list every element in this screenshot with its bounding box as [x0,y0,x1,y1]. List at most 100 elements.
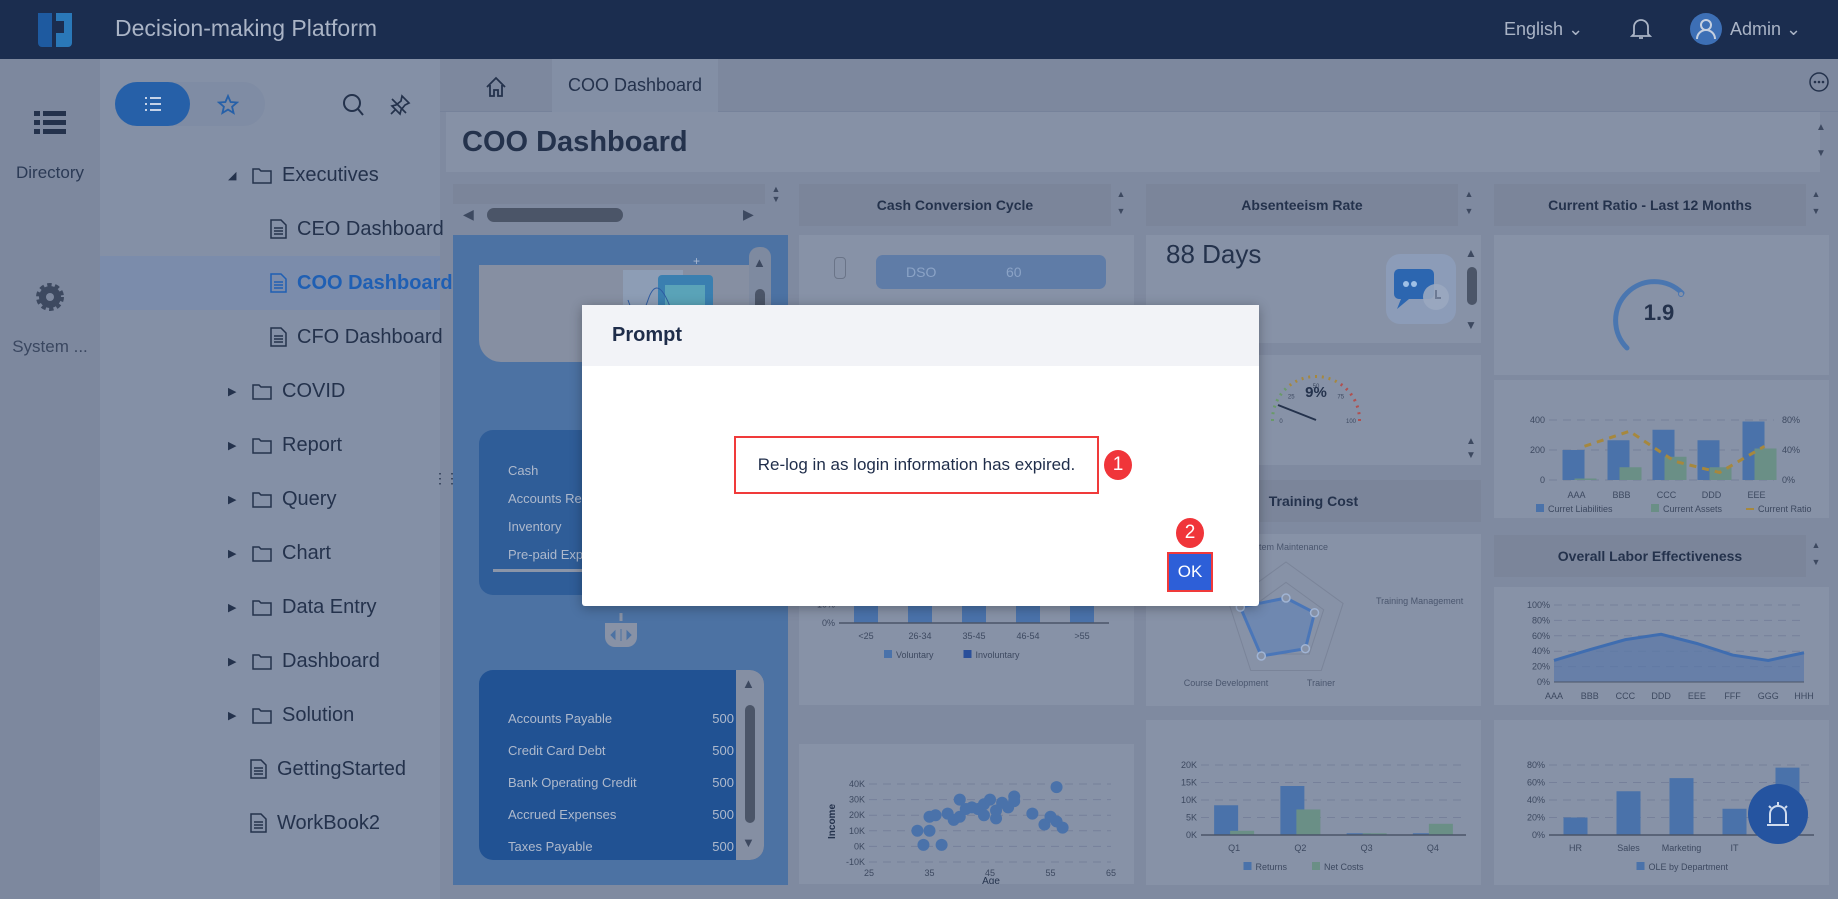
user-menu[interactable]: Admin ⌄ [1730,19,1801,40]
tree-item-label: Executives [282,163,379,186]
caret-right-icon[interactable]: ▶ [228,601,242,614]
checkbox[interactable] [834,257,846,279]
scroll-up-icon[interactable]: ▲ [1812,118,1830,138]
y-tick-label: 10K [849,826,865,836]
widget-scroll-icon[interactable]: ▲ ▼ [1807,537,1825,571]
user-icon [1696,19,1716,40]
tab-coo-dashboard[interactable]: COO Dashboard [552,59,718,112]
scrollbar-thumb[interactable] [1467,267,1477,305]
language-selector[interactable]: English ⌄ [1504,19,1583,40]
caret-right-icon[interactable]: ▶ [228,439,242,452]
search-icon[interactable] [342,93,364,117]
rail-system[interactable]: System ... [0,281,100,357]
bell-icon[interactable] [1630,17,1652,41]
x-tick-label: 35-45 [962,631,985,641]
avatar[interactable] [1690,13,1722,45]
bar [1562,450,1585,480]
liability-label: Credit Card Debt [508,743,606,758]
x-tick-label: DDD [1702,490,1722,500]
tree-item-label: WorkBook2 [277,811,381,834]
logo-icon [38,13,72,47]
scroll-up-icon[interactable]: ▲ [742,676,755,691]
caret-right-icon[interactable]: ▶ [228,655,242,668]
widget-scroll-icon[interactable]: ▲ ▼ [1460,186,1478,220]
sort-icon[interactable]: ▲ ▼ [767,184,785,204]
radar-point [1300,643,1311,654]
svg-text:+: + [693,254,700,268]
tree-item-label: Solution [282,703,355,726]
liability-label: Taxes Payable [508,839,593,854]
more-options-icon[interactable] [1808,71,1830,93]
dso-pill: DSO 60 [876,255,1106,289]
y-tick-label: -10K [846,857,865,867]
x-tick-label: AAA [1567,490,1585,500]
ratio-chart-panel: 0 200 400 0% 40% 80% AAA BBB CCC DDD EEE Curret Lia… [1494,380,1829,518]
tree-item[interactable]: ▶ Query [100,472,440,526]
widget-scroll-icon[interactable]: ▲ ▼ [1462,435,1480,463]
asset-label: Accounts Rec [508,491,589,506]
caret-down-icon[interactable]: ◢ [228,169,242,182]
gauge-tick [1339,383,1344,387]
liability-value: 500 [712,775,734,790]
tree-item[interactable]: ▶ Solution [100,688,440,742]
list-view-button[interactable] [115,82,190,126]
dso-label: DSO [906,264,937,280]
caret-right-icon[interactable]: ▶ [228,547,242,560]
tree-item[interactable]: WorkBook2 [100,796,440,850]
x-tick-label: IT [1731,843,1740,853]
list-icon [145,97,161,111]
tree-item[interactable]: CFO Dashboard [100,310,443,364]
asset-label: Cash [508,463,539,478]
widget-scroll-icon[interactable]: ▲ ▼ [1112,186,1130,220]
star-icon[interactable] [217,94,239,116]
scatter-point [917,838,930,851]
x-tick-label: FFF [1724,691,1741,701]
bar [1428,823,1453,835]
scroll-up-icon[interactable]: ▲ [1462,243,1480,263]
ok-button[interactable]: OK [1167,552,1213,592]
rail-directory-label: Directory [15,163,84,182]
tree-item[interactable]: GettingStarted [100,742,440,796]
tree-item[interactable]: ◢ Executives [100,148,440,202]
scroll-left-icon[interactable]: ◀ [463,206,474,223]
unpin-icon[interactable] [388,93,412,117]
home-tab[interactable] [440,59,552,112]
ole-area-chart: 0% 20% 40% 60% 80% 100% AAA BBB CCC DDD EEE FFF GGG H… [1527,600,1814,701]
scroll-up-icon[interactable]: ▲ [753,255,766,270]
scroll-down-icon[interactable]: ▼ [742,835,755,850]
horizontal-scrollbar-thumb[interactable] [487,208,623,222]
caret-right-icon[interactable]: ▶ [228,709,242,722]
chevron-down-icon: ⌄ [1568,19,1584,39]
vertical-scrollbar[interactable]: ▲ ▼ [736,670,764,860]
tree-item[interactable]: ▶ Dashboard [100,634,440,688]
transfer-toggle-icon[interactable] [603,613,639,647]
rail-directory[interactable]: Directory [0,109,100,183]
x-tick-label: <25 [858,631,873,641]
user-name: Admin [1730,19,1782,39]
tree-item[interactable]: ▶ Data Entry [100,580,440,634]
scrollbar-thumb[interactable] [745,705,755,823]
scroll-down-icon[interactable]: ▼ [1462,315,1480,335]
scroll-right-icon[interactable]: ▶ [743,206,754,223]
returns-panel: 0K 5K 10K 15K 20K Q1 Q2 Q3 Q4 Returns Net Costs [1146,720,1481,885]
y2-tick-label: 80% [1782,415,1800,425]
tree-item[interactable]: ▶ Chart [100,526,440,580]
alert-fab-button[interactable] [1748,784,1808,844]
tree-item[interactable]: CEO Dashboard [100,202,444,256]
tree-item[interactable]: ▶ COVID [100,364,440,418]
gauge-tick [1328,376,1331,381]
gear-icon [36,283,64,311]
gauge-tick [1344,387,1349,392]
widget-scroll-icon[interactable]: ▲ ▼ [1807,186,1825,220]
caret-right-icon[interactable]: ▶ [228,385,242,398]
caret-right-icon[interactable]: ▶ [228,493,242,506]
scroll-down-icon[interactable]: ▼ [1812,144,1830,164]
tree-item-label: Query [282,487,337,510]
gauge-tick [1355,405,1360,408]
tree-item[interactable]: ▶ Report [100,418,440,472]
x-tick-label: 55 [1045,868,1055,878]
gauge-tick [1334,379,1338,384]
y-tick-label: 20% [1527,813,1545,823]
y-tick-label: 10K [1181,795,1197,805]
tree-item[interactable]: COO Dashboard [100,256,453,310]
